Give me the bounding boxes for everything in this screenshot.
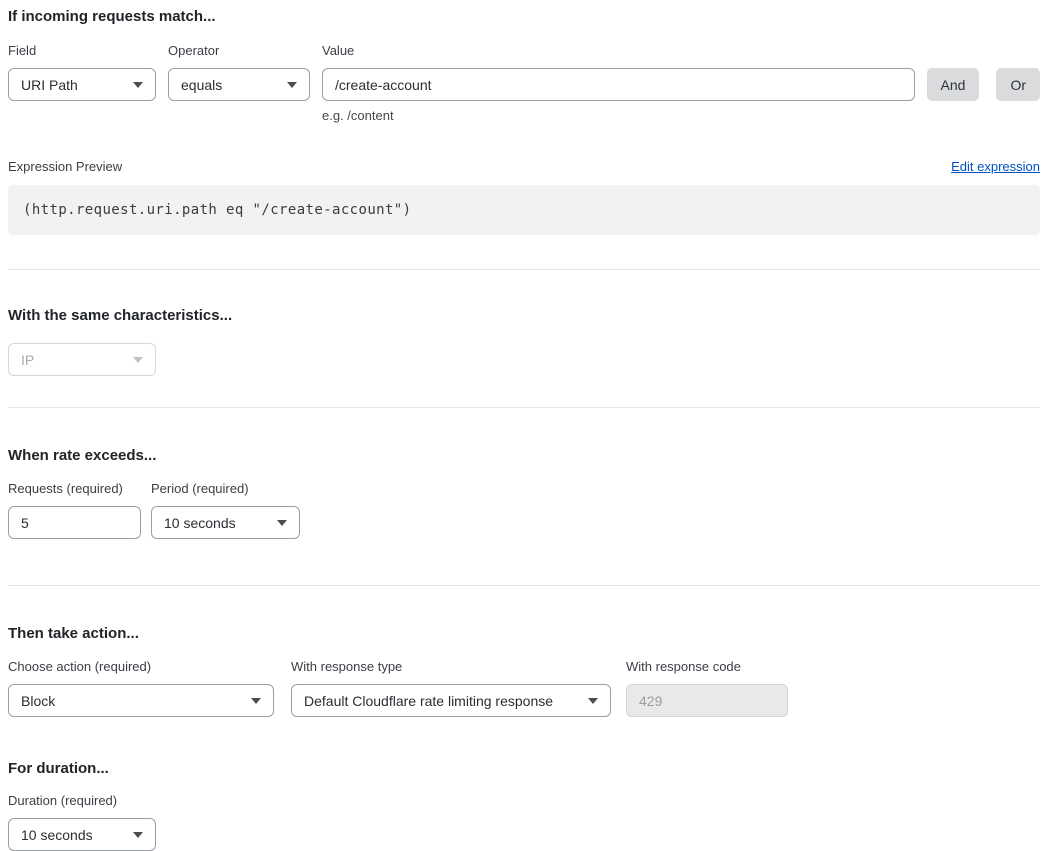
duration-select-value: 10 seconds xyxy=(21,827,93,843)
response-type-label: With response type xyxy=(291,659,611,675)
section-divider xyxy=(8,585,1040,586)
characteristic-select[interactable]: IP xyxy=(8,343,156,376)
value-input[interactable] xyxy=(322,68,915,101)
choose-action-label: Choose action (required) xyxy=(8,659,274,675)
section-divider xyxy=(8,407,1040,408)
match-fields-row: Field URI Path Operator equals Value e.g… xyxy=(8,43,1040,123)
requests-input[interactable] xyxy=(8,506,141,539)
rate-fields-row: Requests (required) Period (required) 10… xyxy=(8,481,1040,539)
response-type-select-value: Default Cloudflare rate limiting respons… xyxy=(304,693,553,709)
expression-preview-header: Expression Preview Edit expression xyxy=(8,159,1040,174)
expression-preview-label: Expression Preview xyxy=(8,159,122,174)
period-select[interactable]: 10 seconds xyxy=(151,506,300,539)
section-divider xyxy=(8,269,1040,270)
duration-label: Duration (required) xyxy=(8,793,156,809)
operator-select-value: equals xyxy=(181,77,222,93)
duration-section-heading: For duration... xyxy=(8,760,1040,778)
duration-select[interactable]: 10 seconds xyxy=(8,818,156,851)
or-button[interactable]: Or xyxy=(996,68,1040,101)
chevron-down-icon xyxy=(251,698,261,704)
characteristic-select-value: IP xyxy=(21,352,34,368)
response-code-label: With response code xyxy=(626,659,788,675)
choose-action-select[interactable]: Block xyxy=(8,684,274,717)
requests-label: Requests (required) xyxy=(8,481,141,497)
period-label: Period (required) xyxy=(151,481,300,497)
chevron-down-icon xyxy=(133,357,143,363)
rate-section-heading: When rate exceeds... xyxy=(8,447,1040,465)
chevron-down-icon xyxy=(287,82,297,88)
value-helper-text: e.g. /content xyxy=(322,108,915,123)
choose-action-select-value: Block xyxy=(21,693,55,709)
chevron-down-icon xyxy=(277,520,287,526)
field-label: Field xyxy=(8,43,156,59)
field-select[interactable]: URI Path xyxy=(8,68,156,101)
period-select-value: 10 seconds xyxy=(164,515,236,531)
edit-expression-link[interactable]: Edit expression xyxy=(951,159,1040,174)
operator-select[interactable]: equals xyxy=(168,68,310,101)
action-section-heading: Then take action... xyxy=(8,625,1040,643)
value-label: Value xyxy=(322,43,915,59)
response-code-input xyxy=(626,684,788,717)
chevron-down-icon xyxy=(133,832,143,838)
field-select-value: URI Path xyxy=(21,77,78,93)
and-button[interactable]: And xyxy=(927,68,980,101)
match-section-heading: If incoming requests match... xyxy=(8,8,1040,26)
chevron-down-icon xyxy=(588,698,598,704)
action-fields-row: Choose action (required) Block With resp… xyxy=(8,659,1040,717)
expression-preview-box: (http.request.uri.path eq "/create-accou… xyxy=(8,185,1040,235)
operator-label: Operator xyxy=(168,43,310,59)
chevron-down-icon xyxy=(133,82,143,88)
response-type-select[interactable]: Default Cloudflare rate limiting respons… xyxy=(291,684,611,717)
characteristics-section-heading: With the same characteristics... xyxy=(8,307,1040,325)
